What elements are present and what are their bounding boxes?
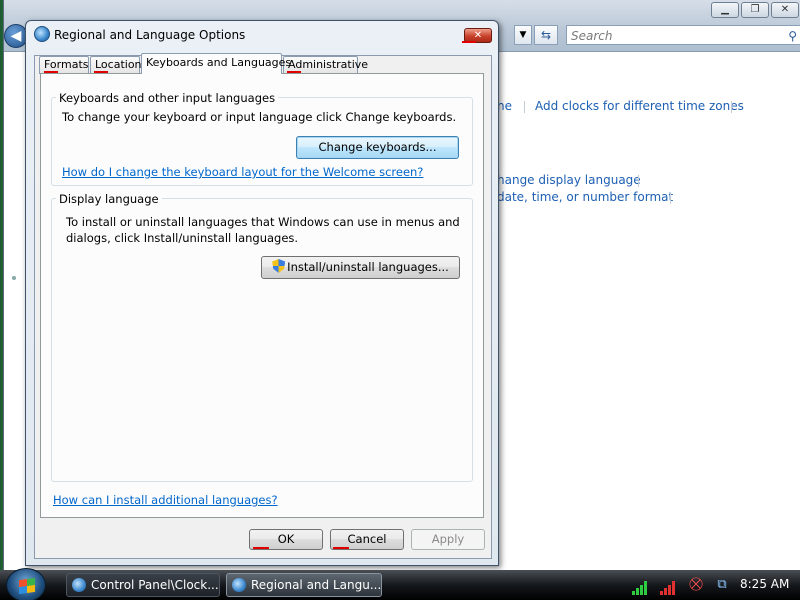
minimize-button[interactable]: ▁ (711, 2, 739, 18)
divider (524, 101, 525, 113)
globe-icon (232, 578, 246, 592)
search-input[interactable]: Search ⚲ (566, 25, 800, 45)
taskbar-item-regional-language[interactable]: Regional and Langu... (226, 573, 382, 597)
display-language-description-line1: To install or uninstall languages that W… (66, 215, 460, 229)
clock[interactable]: 8:25 AM (740, 577, 789, 591)
network-signal-icon-green[interactable] (632, 572, 650, 598)
control-panel-icon (72, 578, 86, 592)
change-keyboards-button[interactable]: Change keyboards... (296, 136, 459, 159)
divider (638, 175, 639, 187)
divider (670, 192, 671, 204)
install-uninstall-label: Install/uninstall languages... (287, 260, 449, 274)
welcome-keyboard-layout-link[interactable]: How do I change the keyboard layout for … (62, 165, 423, 179)
dialog-title: Regional and Language Options (54, 28, 246, 42)
tab-keyboards-and-languages[interactable]: Keyboards and Languages (141, 53, 291, 74)
search-placeholder: Search (571, 29, 613, 43)
start-button[interactable] (6, 568, 46, 600)
network-connection-icon[interactable]: ⧉ (714, 577, 730, 593)
display-language-group-title: Display language (56, 192, 162, 206)
refresh-icon[interactable]: ⇆ (534, 25, 558, 45)
windows-logo-icon (19, 577, 35, 595)
uac-shield-icon (272, 259, 286, 273)
taskbar-item-label: Control Panel\Clock... (91, 578, 219, 592)
change-format-link[interactable]: date, time, or number format (497, 190, 673, 204)
annotation-underline (253, 547, 269, 549)
network-signal-icon-red[interactable] (660, 572, 678, 598)
divider (731, 101, 732, 113)
bg-link-partial[interactable]: ne (497, 99, 512, 113)
maximize-button[interactable]: ❐ (741, 2, 769, 18)
apply-button[interactable]: Apply (411, 529, 485, 550)
taskbar: Control Panel\Clock... Regional and Lang… (0, 568, 800, 600)
display-language-description-line2: dialogs, click Install/uninstall languag… (66, 231, 299, 245)
globe-icon (34, 26, 50, 42)
taskbar-item-control-panel[interactable]: Control Panel\Clock... (66, 573, 220, 597)
taskbar-item-label: Regional and Langu... (251, 578, 382, 592)
network-disconnected-icon[interactable]: ⛒ (688, 577, 704, 593)
search-icon[interactable]: ⚲ (788, 29, 797, 43)
install-uninstall-languages-button[interactable]: Install/uninstall languages... (261, 256, 460, 279)
add-clocks-link[interactable]: Add clocks for different time zones (535, 99, 744, 113)
dialog-titlebar[interactable]: Regional and Language Options ✕ (26, 21, 498, 51)
annotation-underline (333, 547, 349, 549)
desktop-dot (12, 276, 16, 280)
keyboards-description: To change your keyboard or input languag… (62, 110, 457, 124)
change-display-language-link[interactable]: hange display language (497, 173, 641, 187)
keyboards-group-title: Keyboards and other input languages (56, 91, 279, 105)
annotation-underline (462, 41, 476, 43)
address-dropdown-icon[interactable]: ▼ (514, 25, 532, 45)
close-icon[interactable]: ✕ (771, 2, 799, 18)
install-additional-languages-link[interactable]: How can I install additional languages? (53, 493, 278, 507)
